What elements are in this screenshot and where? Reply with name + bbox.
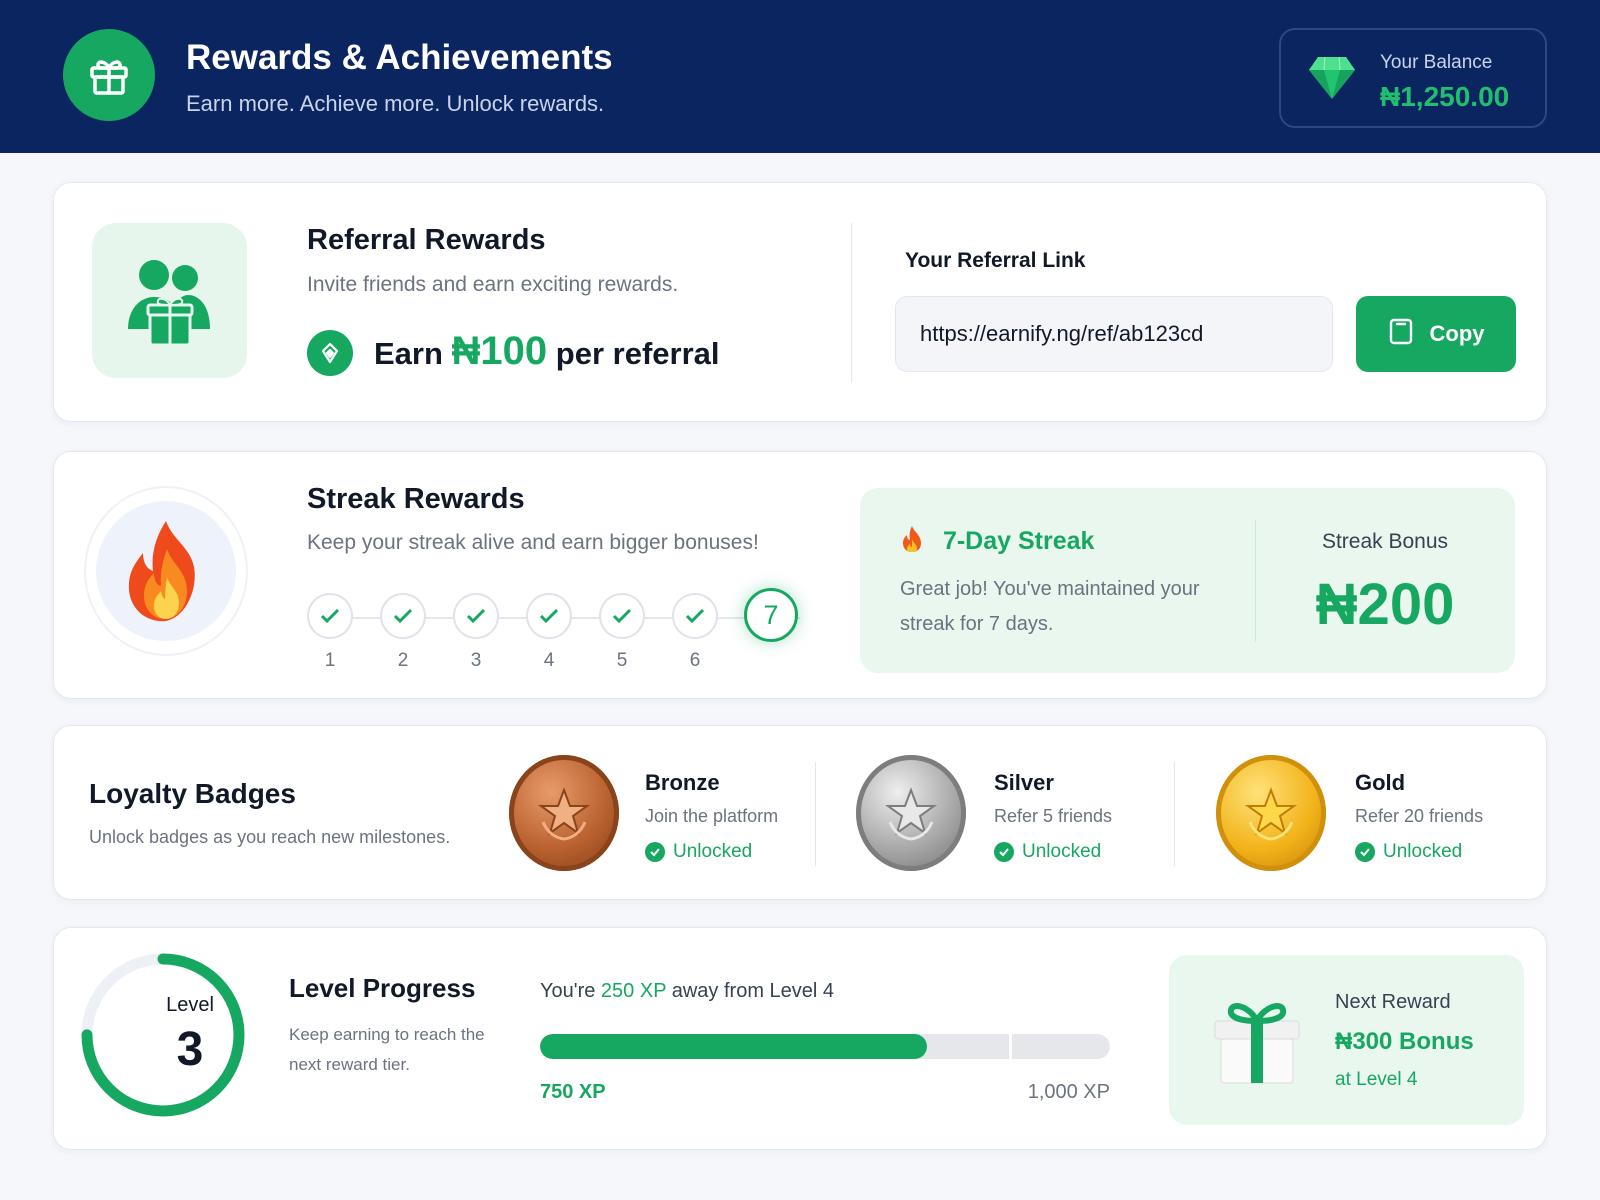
badge-desc-silver: Refer 5 friends [994, 806, 1113, 826]
level-subtitle: Keep earning to reach the next reward ti… [289, 1025, 485, 1074]
check-icon [466, 608, 486, 624]
streak-day-check [672, 593, 718, 639]
badge-status-text: Unlocked [1022, 841, 1102, 862]
badge-divider [815, 762, 816, 866]
referral-earn-text: Earn ₦100 per referral [374, 329, 720, 374]
streak-bonus-value: ₦200 [1315, 572, 1455, 637]
badge-status-text: Unlocked [1383, 841, 1463, 862]
check-icon [994, 842, 1014, 862]
level-title: Level Progress [289, 973, 476, 1003]
check-icon [612, 608, 632, 624]
xp-progress-fill [540, 1034, 927, 1059]
check-icon [1355, 842, 1375, 862]
streak-panel-title-text: 7-Day Streak [942, 527, 1095, 555]
xp-progress-marker [1009, 1034, 1012, 1059]
streak-day-check [307, 593, 353, 639]
copy-label: Copy [1429, 321, 1485, 346]
check-icon [393, 608, 413, 624]
earn-suffix: per referral [555, 336, 720, 371]
badges-card: Loyalty Badges Unlock badges as you reac… [53, 725, 1547, 900]
referral-subtitle: Invite friends and earn exciting rewards… [307, 273, 679, 296]
balance-label: Your Balance [1380, 52, 1493, 73]
badges-title: Loyalty Badges [89, 778, 296, 809]
check-icon [645, 842, 665, 862]
streak-day-check [453, 593, 499, 639]
level-label: Level [166, 994, 214, 1016]
away-suffix: away from Level 4 [671, 980, 835, 1002]
next-reward-level: at Level 4 [1335, 1069, 1418, 1090]
gift-icon [63, 29, 155, 121]
streak-day-label: 5 [616, 650, 628, 671]
streak-day-label: 4 [543, 650, 555, 671]
badge-name-silver: Silver [994, 770, 1054, 795]
next-reward-panel: Next Reward ₦300 Bonus at Level 4 [1169, 955, 1524, 1125]
streak-day-current: 7 [744, 588, 798, 642]
xp-progress-bar [540, 1034, 1110, 1059]
earn-amount: ₦100 [451, 329, 548, 373]
streak-day-check [380, 593, 426, 639]
referral-link-label: Your Referral Link [905, 249, 1086, 272]
streak-day-label: 3 [470, 650, 482, 671]
level-number: 3 [176, 1023, 204, 1076]
gift-box-icon [1207, 989, 1307, 1094]
streak-day-label: 6 [689, 650, 701, 671]
away-prefix: You're [540, 980, 596, 1002]
streak-bonus-label: Streak Bonus [1321, 530, 1449, 553]
gem-icon [1308, 55, 1356, 106]
badge-divider [1174, 762, 1175, 866]
badge-name-gold: Gold [1355, 770, 1406, 795]
streak-day-check [599, 593, 645, 639]
balance-card: Your Balance ₦1,250.00 [1279, 28, 1547, 128]
referral-link-field[interactable]: https://earnify.ng/ref/ab123cd [895, 296, 1333, 372]
silver-medal-icon [856, 755, 966, 871]
next-reward-value: ₦300 Bonus [1335, 1028, 1474, 1055]
badge-desc-gold: Refer 20 friends [1355, 806, 1484, 826]
flame-icon [96, 501, 236, 641]
badge-name-bronze: Bronze [645, 770, 720, 795]
referral-divider [851, 223, 852, 383]
page-title: Rewards & Achievements [186, 38, 613, 77]
streak-panel-text: Great job! You've maintained your streak… [900, 578, 1200, 635]
streak-day-label: 2 [397, 650, 409, 671]
copy-icon [1388, 317, 1414, 351]
check-icon [539, 608, 559, 624]
away-xp: 250 XP [600, 980, 667, 1002]
check-icon [685, 608, 705, 624]
page-subtitle: Earn more. Achieve more. Unlock rewards. [186, 91, 605, 116]
gold-medal-icon [1216, 755, 1326, 871]
next-reward-label: Next Reward [1335, 991, 1451, 1013]
coin-icon [307, 330, 353, 376]
earn-prefix: Earn [374, 336, 443, 371]
referral-title: Referral Rewards [307, 224, 546, 256]
flame-badge [84, 486, 248, 656]
check-icon [320, 608, 340, 624]
badge-status-text: Unlocked [673, 841, 753, 862]
streak-card: Streak Rewards Keep your streak alive an… [53, 451, 1547, 699]
badges-subtitle: Unlock badges as you reach new milestone… [89, 827, 451, 847]
badge-status-silver: Unlocked [994, 841, 1101, 863]
fire-icon [900, 526, 943, 555]
referral-friends-icon [92, 223, 247, 378]
streak-panel-title: 7-Day Streak [900, 525, 1094, 556]
badge-status-gold: Unlocked [1355, 841, 1462, 863]
streak-summary-panel: 7-Day Streak Great job! You've maintaine… [860, 488, 1515, 673]
max-xp: 1,000 XP [1027, 1081, 1110, 1103]
header: Rewards & Achievements Earn more. Achiev… [0, 0, 1600, 153]
level-card: Level 3 Level Progress Keep earning to r… [53, 927, 1547, 1150]
copy-button[interactable]: Copy [1356, 296, 1516, 372]
streak-day-label: 1 [324, 650, 336, 671]
current-xp: 750 XP [540, 1081, 606, 1103]
balance-value: ₦1,250.00 [1380, 81, 1510, 112]
bronze-medal-icon [509, 755, 619, 871]
streak-day-check [526, 593, 572, 639]
streak-title: Streak Rewards [307, 483, 525, 515]
badge-desc-bronze: Join the platform [645, 806, 779, 826]
level-away-text: You're 250 XP away from Level 4 [540, 980, 834, 1003]
referral-card: Referral Rewards Invite friends and earn… [53, 182, 1547, 422]
badge-status-bronze: Unlocked [645, 841, 752, 863]
streak-subtitle: Keep your streak alive and earn bigger b… [307, 531, 759, 554]
